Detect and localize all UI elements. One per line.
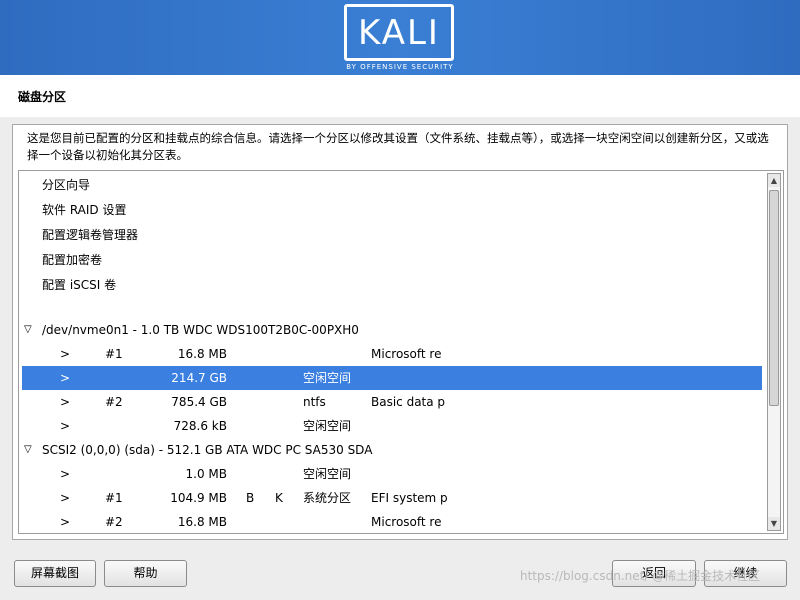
partition-name: EFI system p <box>371 491 448 505</box>
expand-icon[interactable]: ▽ <box>24 318 32 342</box>
partition-arrow: > <box>60 371 71 385</box>
title-area: 磁盘分区 <box>0 75 800 117</box>
partition-row[interactable]: >1.0 MB 空闲空间 <box>22 462 762 486</box>
partition-arrow: > <box>60 395 71 409</box>
scrollbar[interactable]: ▲ ▼ <box>767 173 781 531</box>
partition-name: Microsoft re <box>371 515 442 529</box>
device-label: /dev/nvme0n1 - 1.0 TB WDC WDS100T2B0C-00… <box>42 323 359 337</box>
scroll-thumb[interactable] <box>769 190 779 406</box>
description-text: 这是您目前已配置的分区和挂载点的综合信息。请选择一个分区以修改其设置（文件系统、… <box>27 131 769 162</box>
partition-size: 16.8 MB <box>177 515 227 529</box>
menu-item-label: 分区向导 <box>42 178 91 192</box>
menu-item[interactable]: 配置加密卷 <box>22 248 762 272</box>
menu-item-label: 软件 RAID 设置 <box>42 203 127 217</box>
partition-filesystem: 空闲空间 <box>303 371 352 385</box>
partition-number: #2 <box>105 395 123 409</box>
partition-row[interactable]: >728.6 kB 空闲空间 <box>22 414 762 438</box>
partition-filesystem: 空闲空间 <box>303 419 352 433</box>
partition-arrow: > <box>60 467 71 481</box>
expand-icon[interactable]: ▽ <box>24 438 32 462</box>
partition-filesystem: ntfs <box>303 395 326 409</box>
partition-number: #1 <box>105 347 123 361</box>
page-title: 磁盘分区 <box>18 90 67 104</box>
scroll-down-icon[interactable]: ▼ <box>768 517 780 530</box>
menu-item-label: 配置加密卷 <box>42 253 103 267</box>
scroll-up-icon[interactable]: ▲ <box>768 174 780 187</box>
device-row[interactable]: ▽ /dev/nvme0n1 - 1.0 TB WDC WDS100T2B0C-0… <box>22 318 762 342</box>
partition-row[interactable]: > #2 785.4 GB ntfs Basic data p <box>22 390 762 414</box>
screenshot-button[interactable]: 屏幕截图 <box>14 560 96 587</box>
partition-size: 104.9 MB <box>170 491 227 505</box>
partition-arrow: > <box>60 347 71 361</box>
partition-number: #2 <box>105 515 123 529</box>
menu-item-label: 配置逻辑卷管理器 <box>42 228 139 242</box>
partition-name: Microsoft re <box>371 347 442 361</box>
partition-list[interactable]: 分区向导软件 RAID 设置 配置逻辑卷管理器 配置加密卷配置 iSCSI 卷 ▽ /d… <box>18 170 784 534</box>
partition-row[interactable]: > #1 104.9 MB B K 系统分区 EFI system p <box>22 486 762 510</box>
logo-text: KALI <box>358 13 440 53</box>
partition-row[interactable]: > #2 16.8 MB Microsoft re <box>22 510 762 533</box>
partition-arrow: > <box>60 515 71 529</box>
menu-item[interactable]: 分区向导 <box>22 173 762 197</box>
partition-number: #1 <box>105 491 123 505</box>
partition-filesystem: 系统分区 <box>303 491 352 505</box>
partition-arrow: > <box>60 491 71 505</box>
logo-subtitle: BY OFFENSIVE SECURITY <box>346 63 454 71</box>
partition-row[interactable]: > #1 16.8 MB Microsoft re <box>22 342 762 366</box>
menu-item[interactable]: 配置 iSCSI 卷 <box>22 273 762 297</box>
partition-flag-bootable: B <box>246 491 255 505</box>
menu-item[interactable]: 配置逻辑卷管理器 <box>22 223 762 247</box>
partition-filesystem: 空闲空间 <box>303 467 352 481</box>
partition-name: Basic data p <box>371 395 446 409</box>
partition-size: 785.4 GB <box>171 395 227 409</box>
help-button[interactable]: 帮助 <box>104 560 187 587</box>
partition-size: 214.7 GB <box>171 371 227 385</box>
partition-size: 1.0 MB <box>185 467 227 481</box>
kali-logo: KALI <box>344 4 454 61</box>
partition-flag-keep: K <box>275 491 283 505</box>
partition-panel: 这是您目前已配置的分区和挂载点的综合信息。请选择一个分区以修改其设置（文件系统、… <box>12 124 788 540</box>
device-label: SCSI2 (0,0,0) (sda) - 512.1 GB ATA WDC P… <box>42 443 373 457</box>
menu-item[interactable]: 软件 RAID 设置 <box>22 198 762 222</box>
partition-row[interactable]: >214.7 GB 空闲空间 <box>22 366 762 390</box>
partition-size: 16.8 MB <box>177 347 227 361</box>
watermark: https://blog.csdn.net/ @稀土掘金技术社区 <box>520 569 761 583</box>
partition-size: 728.6 kB <box>173 419 227 433</box>
device-row[interactable]: ▽ SCSI2 (0,0,0) (sda) - 512.1 GB ATA WDC … <box>22 438 762 462</box>
partition-arrow: > <box>60 419 71 433</box>
menu-item-label: 配置 iSCSI 卷 <box>42 278 117 292</box>
kali-banner: KALI BY OFFENSIVE SECURITY <box>0 0 800 75</box>
